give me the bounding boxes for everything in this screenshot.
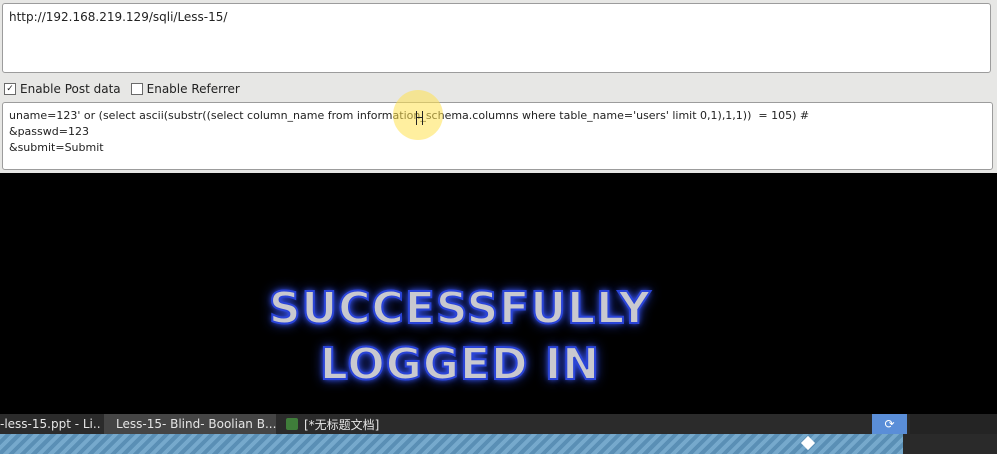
hackbar-panel: http://192.168.219.129/sqli/Less-15/ ✓ E… bbox=[0, 0, 997, 173]
taskbar-item-label: -less-15.ppt - Li... bbox=[0, 417, 100, 431]
progress-handle[interactable] bbox=[800, 435, 816, 451]
enable-referrer-label: Enable Referrer bbox=[146, 82, 240, 96]
result-page: SUCCESSFULLY LOGGED IN bbox=[0, 173, 997, 414]
taskbar-item-browser[interactable]: Less-15- Blind- Boolian B... bbox=[104, 414, 276, 434]
taskbar-item-label: Less-15- Blind- Boolian B... bbox=[116, 417, 276, 431]
tray-area bbox=[910, 414, 997, 434]
enable-post-label: Enable Post data bbox=[20, 82, 121, 96]
taskbar-item-presentation[interactable]: -less-15.ppt - Li... bbox=[0, 414, 100, 434]
success-line-2: LOGGED IN bbox=[319, 338, 601, 391]
text-cursor-icon bbox=[416, 111, 423, 125]
url-input[interactable]: http://192.168.219.129/sqli/Less-15/ bbox=[2, 3, 991, 73]
enable-referrer-option[interactable]: Enable Referrer bbox=[130, 82, 240, 96]
taskbar-item-editor[interactable]: [*无标题文档] bbox=[282, 414, 412, 434]
progress-remaining bbox=[903, 434, 997, 454]
workspace-switcher-icon[interactable]: ⟳ bbox=[872, 414, 907, 434]
taskbar-item-label: [*无标题文档] bbox=[304, 417, 380, 432]
options-row: ✓ Enable Post data Enable Referrer bbox=[4, 81, 250, 97]
post-data-line: uname=123' or (select ascii(substr((sele… bbox=[9, 109, 810, 122]
login-success-banner: SUCCESSFULLY LOGGED IN bbox=[0, 281, 920, 393]
video-progress-bar[interactable] bbox=[0, 434, 997, 454]
enable-post-option[interactable]: ✓ Enable Post data bbox=[4, 82, 121, 96]
post-data-input[interactable]: uname=123' or (select ascii(substr((sele… bbox=[2, 102, 993, 170]
text-editor-icon bbox=[286, 418, 298, 430]
post-data-line: &passwd=123 bbox=[9, 125, 89, 138]
enable-post-checkbox[interactable]: ✓ bbox=[4, 83, 16, 95]
success-line-1: SUCCESSFULLY bbox=[268, 282, 652, 335]
url-text: http://192.168.219.129/sqli/Less-15/ bbox=[9, 10, 228, 24]
taskbar: -less-15.ppt - Li... Less-15- Blind- Boo… bbox=[0, 414, 997, 434]
post-data-line: &submit=Submit bbox=[9, 141, 104, 154]
enable-referrer-checkbox[interactable] bbox=[130, 83, 143, 95]
